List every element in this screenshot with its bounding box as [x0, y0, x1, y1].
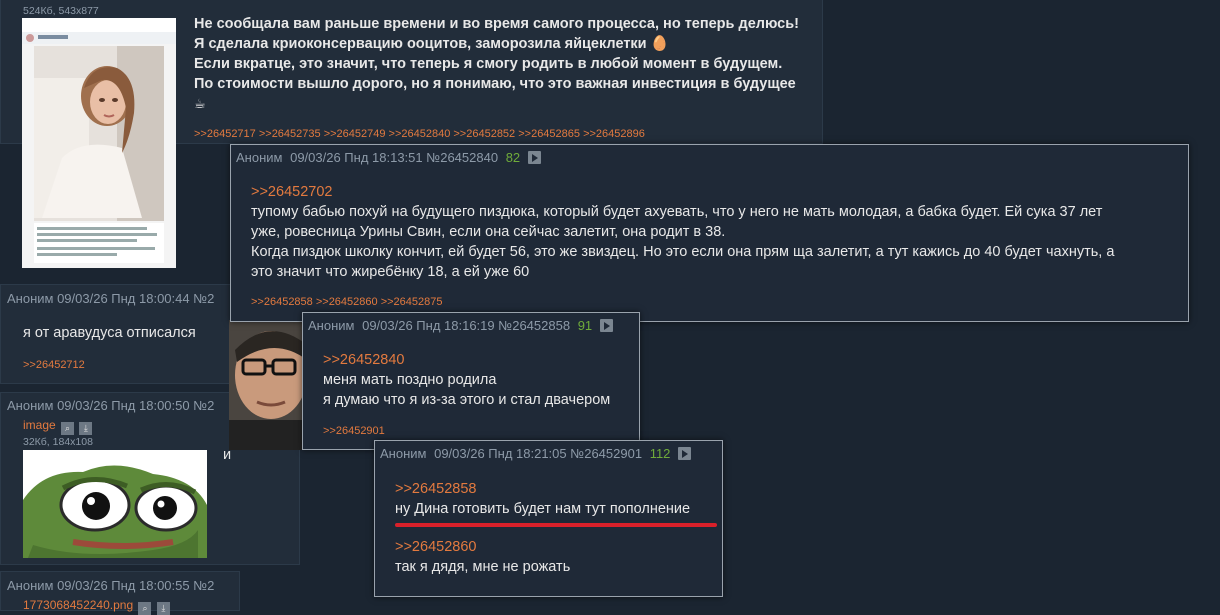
post-date: 09/03/26 Пнд 18:21:05	[434, 446, 567, 461]
play-icon[interactable]	[599, 319, 613, 332]
post-aravudus: Аноним 09/03/26 Пнд 18:00:44 №2 я от ара…	[0, 284, 240, 384]
body-line-1: ну Дина готовить будет нам тут пополнени…	[395, 501, 691, 517]
post-counter: 112	[649, 446, 671, 461]
op-replies[interactable]: >>26452717 >>26452735 >>26452749 >>26452…	[194, 128, 645, 140]
popup-body: >>26452702 тупому бабью похуй на будущег…	[251, 182, 1181, 282]
body-line-2: уже, ровесница Урины Свин, если она сейч…	[251, 224, 726, 240]
author: Аноним	[308, 318, 355, 333]
post-bottom: Аноним 09/03/26 Пнд 18:00:55 №2 17730684…	[0, 571, 240, 615]
post-header: Аноним 09/03/26 Пнд 18:00:55 №2	[7, 578, 215, 593]
post-counter: 82	[505, 150, 521, 165]
pepe-image[interactable]	[23, 450, 207, 558]
popup-header: Аноним 09/03/26 Пнд 18:16:19 №26452858 9…	[308, 318, 613, 333]
man-photo-image	[229, 320, 309, 450]
popup-replies[interactable]: >>26452901	[323, 425, 385, 437]
post-number[interactable]: №26452840	[426, 150, 498, 165]
body-line-3: Когда пиздюк школку кончит, ей будет 56,…	[251, 244, 1115, 260]
op-line-4: По стоимости вышло дорого, но я понимаю,…	[194, 76, 796, 92]
op-line-1: Не сообщала вам раньше времени и во врем…	[194, 16, 799, 32]
popup-body: >>26452858 ну Дина готовить будет нам ту…	[395, 479, 690, 519]
body-line-1: тупому бабью похуй на будущего пиздюка, …	[251, 204, 1103, 220]
coffee-icon: ☕	[194, 96, 206, 111]
popup-body: >>26452840 меня мать поздно родила я дум…	[323, 350, 610, 410]
reply-popup-26452901: Аноним 09/03/26 Пнд 18:21:05 №26452901 1…	[374, 440, 723, 597]
post-date: 09/03/26 Пнд 18:13:51	[290, 150, 423, 165]
download-icon[interactable]: ⤓	[156, 602, 170, 615]
search-icon[interactable]: ⌕	[61, 422, 75, 435]
file-name-link[interactable]: image	[23, 418, 56, 432]
egg-icon: 🥚	[650, 36, 669, 52]
post-replies[interactable]: >>26452712	[23, 359, 85, 371]
file-line: image ⌕ ⤓	[23, 418, 93, 435]
quote-link-2[interactable]: >>26452860	[395, 537, 570, 557]
op-line-2: Я сделала криоконсервацию ооцитов, замор…	[194, 36, 669, 52]
post-header: Аноним 09/03/26 Пнд 18:00:50 №2	[7, 398, 215, 413]
quote-link[interactable]: >>26452840	[323, 350, 610, 370]
op-thumbnail[interactable]	[22, 18, 176, 268]
reply-popup-26452840: Аноним 09/03/26 Пнд 18:13:51 №26452840 8…	[230, 144, 1189, 322]
popup-header: Аноним 09/03/26 Пнд 18:21:05 №26452901 1…	[380, 446, 692, 461]
body-line-2: я думаю что я из-за этого и стал двачеро…	[323, 392, 611, 408]
author: Аноним	[380, 446, 427, 461]
man-thumbnail[interactable]	[229, 320, 309, 450]
popup-body-2: >>26452860 так я дядя, мне не рожать	[395, 537, 570, 577]
quote-link-1[interactable]: >>26452858	[395, 479, 690, 499]
post-date: 09/03/26 Пнд 18:16:19	[362, 318, 495, 333]
author: Аноним	[236, 150, 283, 165]
reply-popup-26452858: Аноним 09/03/26 Пнд 18:16:19 №26452858 9…	[302, 312, 640, 450]
play-icon[interactable]	[527, 151, 541, 164]
download-icon[interactable]: ⤓	[79, 422, 93, 435]
quote-link[interactable]: >>26452702	[251, 182, 1181, 202]
post-number[interactable]: №26452901	[570, 446, 642, 461]
post-number[interactable]: №26452858	[498, 318, 570, 333]
post-header: Аноним 09/03/26 Пнд 18:00:44 №2	[7, 291, 215, 306]
body-line-4: это значит что жиребёнку 18, а ей уже 60	[251, 264, 530, 280]
red-underline	[395, 523, 717, 527]
op-line-3: Если вкратце, это значит, что теперь я с…	[194, 56, 783, 72]
popup-header: Аноним 09/03/26 Пнд 18:13:51 №26452840 8…	[236, 150, 541, 165]
file-line: 1773068452240.png ⌕ ⤓	[23, 598, 170, 615]
op-thumbnail-image	[22, 18, 176, 263]
op-text: Не сообщала вам раньше времени и во врем…	[194, 14, 814, 114]
search-icon[interactable]: ⌕	[138, 602, 152, 615]
play-icon[interactable]	[678, 447, 692, 460]
post-counter: 91	[577, 318, 593, 333]
op-file-meta: 524Кб, 543x877	[23, 5, 99, 17]
pepe-frog-image	[23, 465, 207, 558]
file-meta: 32Кб, 184x108	[23, 436, 93, 448]
popup-replies[interactable]: >>26452858 >>26452860 >>26452875	[251, 296, 442, 308]
body-line-2: так я дядя, мне не рожать	[395, 559, 571, 575]
post-text: я от аравудуса отписался	[23, 325, 196, 341]
file-name-link[interactable]: 1773068452240.png	[23, 598, 133, 612]
body-line-1: меня мать поздно родила	[323, 372, 497, 388]
